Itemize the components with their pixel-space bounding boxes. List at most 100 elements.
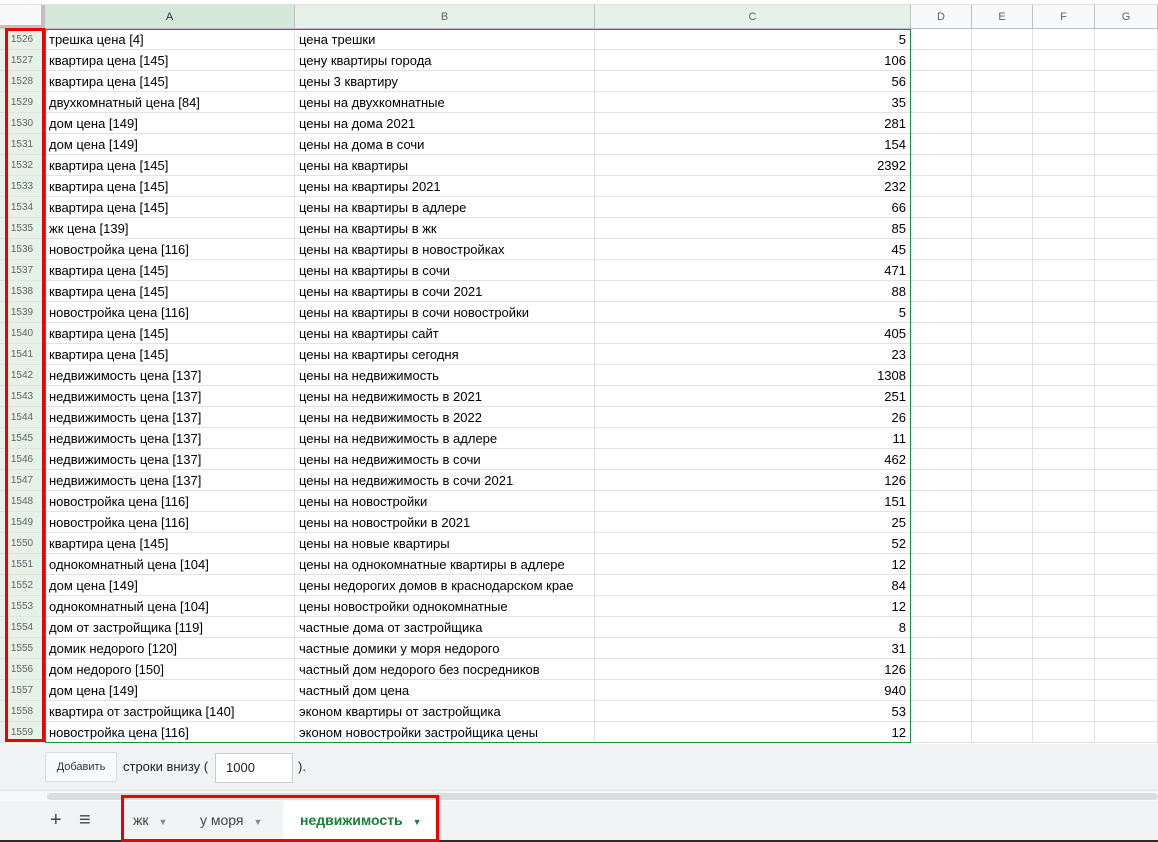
cell-f[interactable] [1033, 554, 1095, 575]
cell-c[interactable]: 45 [595, 239, 911, 260]
cell-b[interactable]: цену квартиры города [295, 50, 595, 71]
cell-e[interactable] [972, 176, 1033, 197]
cell-e[interactable] [972, 155, 1033, 176]
cell-b[interactable]: цены на недвижимость в адлере [295, 428, 595, 449]
cell-f[interactable] [1033, 29, 1095, 50]
cell-d[interactable] [911, 407, 972, 428]
cell-g[interactable] [1095, 659, 1158, 680]
cell-e[interactable] [972, 554, 1033, 575]
cell-g[interactable] [1095, 71, 1158, 92]
cell-f[interactable] [1033, 491, 1095, 512]
cell-a[interactable]: квартира цена [145] [45, 323, 295, 344]
cell-e[interactable] [972, 722, 1033, 743]
column-header-a[interactable]: A [45, 5, 295, 29]
cell-a[interactable]: однокомнатный цена [104] [45, 554, 295, 575]
cell-d[interactable] [911, 323, 972, 344]
cell-a[interactable]: новостройка цена [116] [45, 239, 295, 260]
row-header[interactable]: 1553 [0, 596, 45, 617]
sheet-tab-u-morya[interactable]: у моря ▼ [190, 801, 280, 840]
cell-g[interactable] [1095, 302, 1158, 323]
row-header[interactable]: 1540 [0, 323, 45, 344]
cell-g[interactable] [1095, 407, 1158, 428]
cell-b[interactable]: цены на новостройки в 2021 [295, 512, 595, 533]
cell-a[interactable]: дом цена [149] [45, 134, 295, 155]
cell-b[interactable]: цены на квартиры в адлере [295, 197, 595, 218]
cell-d[interactable] [911, 617, 972, 638]
cell-f[interactable] [1033, 176, 1095, 197]
cell-a[interactable]: квартира цена [145] [45, 533, 295, 554]
cell-d[interactable] [911, 71, 972, 92]
cell-c[interactable]: 31 [595, 638, 911, 659]
dropdown-icon[interactable]: ▼ [159, 817, 168, 827]
cell-f[interactable] [1033, 470, 1095, 491]
cell-e[interactable] [972, 512, 1033, 533]
cell-b[interactable]: цены на квартиры в сочи 2021 [295, 281, 595, 302]
cell-g[interactable] [1095, 344, 1158, 365]
cell-g[interactable] [1095, 197, 1158, 218]
row-header[interactable]: 1557 [0, 680, 45, 701]
cell-b[interactable]: цены новостройки однокомнатные [295, 596, 595, 617]
cell-g[interactable] [1095, 323, 1158, 344]
cell-g[interactable] [1095, 176, 1158, 197]
column-header-c[interactable]: C [595, 5, 911, 29]
cell-f[interactable] [1033, 197, 1095, 218]
cell-g[interactable] [1095, 155, 1158, 176]
cell-c[interactable]: 11 [595, 428, 911, 449]
cell-g[interactable] [1095, 134, 1158, 155]
cell-g[interactable] [1095, 365, 1158, 386]
cell-b[interactable]: цены на недвижимость в сочи 2021 [295, 470, 595, 491]
cell-a[interactable]: новостройка цена [116] [45, 302, 295, 323]
cell-f[interactable] [1033, 386, 1095, 407]
cell-a[interactable]: квартира от застройщика [140] [45, 701, 295, 722]
cell-f[interactable] [1033, 428, 1095, 449]
cell-f[interactable] [1033, 638, 1095, 659]
cell-a[interactable]: дом от застройщика [119] [45, 617, 295, 638]
cell-e[interactable] [972, 302, 1033, 323]
cell-g[interactable] [1095, 722, 1158, 743]
cell-b[interactable]: цены на дома 2021 [295, 113, 595, 134]
cell-b[interactable]: цены на двухкомнатные [295, 92, 595, 113]
row-header[interactable]: 1551 [0, 554, 45, 575]
row-header[interactable]: 1529 [0, 92, 45, 113]
cell-f[interactable] [1033, 512, 1095, 533]
cell-e[interactable] [972, 218, 1033, 239]
cell-d[interactable] [911, 701, 972, 722]
cell-c[interactable]: 12 [595, 554, 911, 575]
cell-c[interactable]: 2392 [595, 155, 911, 176]
cell-e[interactable] [972, 617, 1033, 638]
cell-c[interactable]: 8 [595, 617, 911, 638]
cell-b[interactable]: цены на дома в сочи [295, 134, 595, 155]
row-header[interactable]: 1545 [0, 428, 45, 449]
row-header[interactable]: 1527 [0, 50, 45, 71]
cell-e[interactable] [972, 386, 1033, 407]
cell-f[interactable] [1033, 71, 1095, 92]
cell-d[interactable] [911, 449, 972, 470]
cell-a[interactable]: недвижимость цена [137] [45, 428, 295, 449]
cell-b[interactable]: цены на недвижимость в 2022 [295, 407, 595, 428]
cell-e[interactable] [972, 281, 1033, 302]
cell-e[interactable] [972, 575, 1033, 596]
cell-g[interactable] [1095, 449, 1158, 470]
cell-d[interactable] [911, 29, 972, 50]
cell-b[interactable]: цены на квартиры в жк [295, 218, 595, 239]
cell-a[interactable]: жк цена [139] [45, 218, 295, 239]
cell-d[interactable] [911, 197, 972, 218]
row-header[interactable]: 1526 [0, 29, 45, 50]
cell-d[interactable] [911, 50, 972, 71]
cell-e[interactable] [972, 134, 1033, 155]
cell-f[interactable] [1033, 365, 1095, 386]
cell-c[interactable]: 25 [595, 512, 911, 533]
cell-f[interactable] [1033, 407, 1095, 428]
cell-c[interactable]: 940 [595, 680, 911, 701]
row-header[interactable]: 1533 [0, 176, 45, 197]
cell-g[interactable] [1095, 470, 1158, 491]
add-rows-button[interactable]: Добавить [45, 752, 117, 782]
cell-a[interactable]: квартира цена [145] [45, 71, 295, 92]
row-header[interactable]: 1558 [0, 701, 45, 722]
row-header[interactable]: 1554 [0, 617, 45, 638]
cell-a[interactable]: квартира цена [145] [45, 344, 295, 365]
cell-a[interactable]: квартира цена [145] [45, 155, 295, 176]
cell-b[interactable]: цены на квартиры сегодня [295, 344, 595, 365]
row-header[interactable]: 1532 [0, 155, 45, 176]
cell-c[interactable]: 53 [595, 701, 911, 722]
